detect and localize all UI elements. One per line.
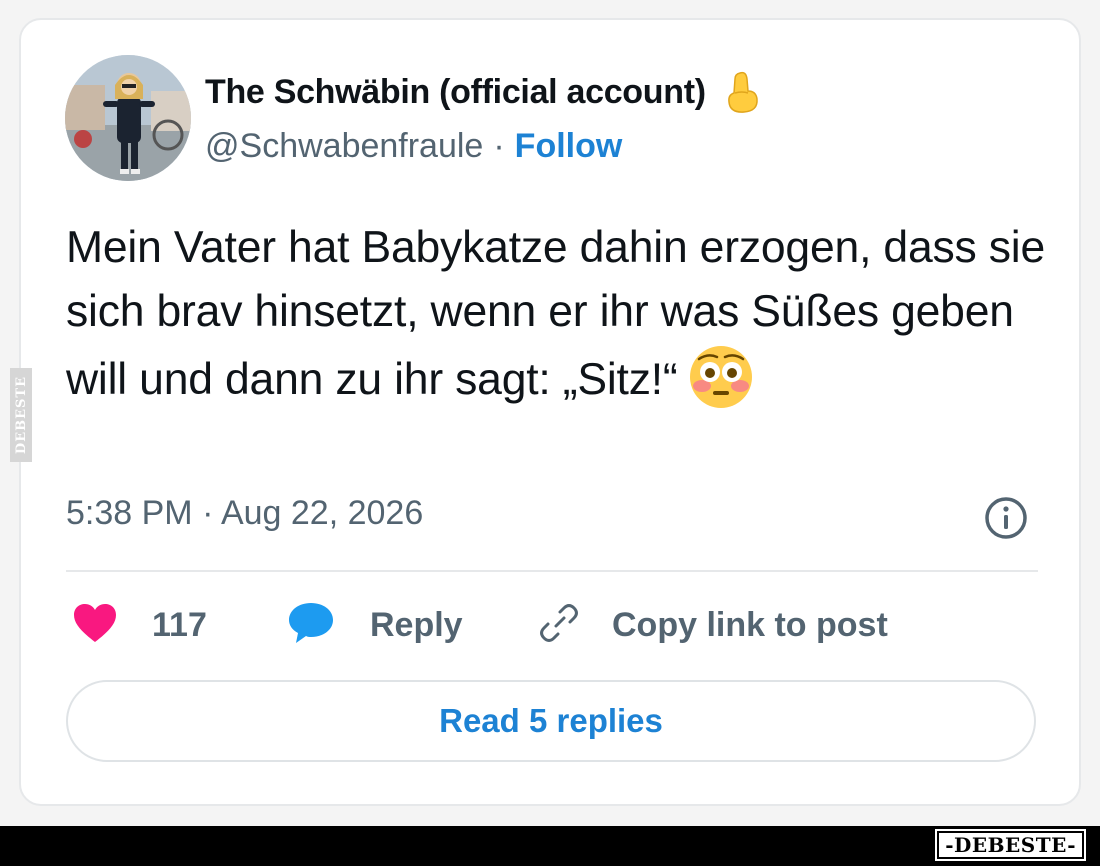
watermark-logo: -DEBESTE- [935, 829, 1086, 861]
reply-bubble-icon [286, 600, 336, 651]
handle-separator: · [493, 127, 505, 165]
author-handle[interactable]: @Schwabenfraule [205, 127, 483, 166]
author-handle-row: @Schwabenfraule · Follow [205, 127, 622, 166]
pinched-fingers-icon [720, 69, 766, 115]
info-icon[interactable] [983, 495, 1029, 541]
watermark-logo-text: -DEBESTE- [945, 833, 1076, 857]
side-watermark: DEBESTE [10, 368, 32, 462]
heart-icon [72, 602, 118, 649]
reply-button[interactable]: Reply [286, 600, 463, 650]
tweet-timestamp[interactable]: 5:38 PM · Aug 22, 2026 [66, 494, 423, 533]
divider [66, 570, 1038, 572]
reply-label: Reply [370, 605, 463, 644]
like-count: 117 [152, 605, 207, 644]
author-display-name[interactable]: The Schwäbin (official account) [205, 73, 706, 112]
link-icon [536, 600, 582, 651]
like-button[interactable]: 117 [72, 600, 207, 650]
follow-link[interactable]: Follow [515, 127, 623, 166]
avatar[interactable] [65, 55, 191, 181]
action-bar: 117 Reply Copy link to post [66, 600, 1046, 650]
side-watermark-text: DEBESTE [13, 375, 29, 455]
bottom-bar: -DEBESTE- [0, 826, 1100, 866]
read-replies-button[interactable]: Read 5 replies [66, 680, 1036, 762]
tweet-text: Mein Vater hat Babykatze dahin erzogen, … [66, 223, 1046, 404]
author-name-row: The Schwäbin (official account) [205, 70, 766, 114]
tweet-card: The Schwäbin (official account) @Schwabe… [19, 18, 1081, 806]
read-replies-label: Read 5 replies [439, 702, 663, 739]
flushed-face-icon [688, 344, 754, 410]
tweet-body: Mein Vater hat Babykatze dahin erzogen, … [66, 216, 1056, 412]
copy-link-label: Copy link to post [612, 605, 888, 644]
copy-link-button[interactable]: Copy link to post [536, 600, 888, 650]
